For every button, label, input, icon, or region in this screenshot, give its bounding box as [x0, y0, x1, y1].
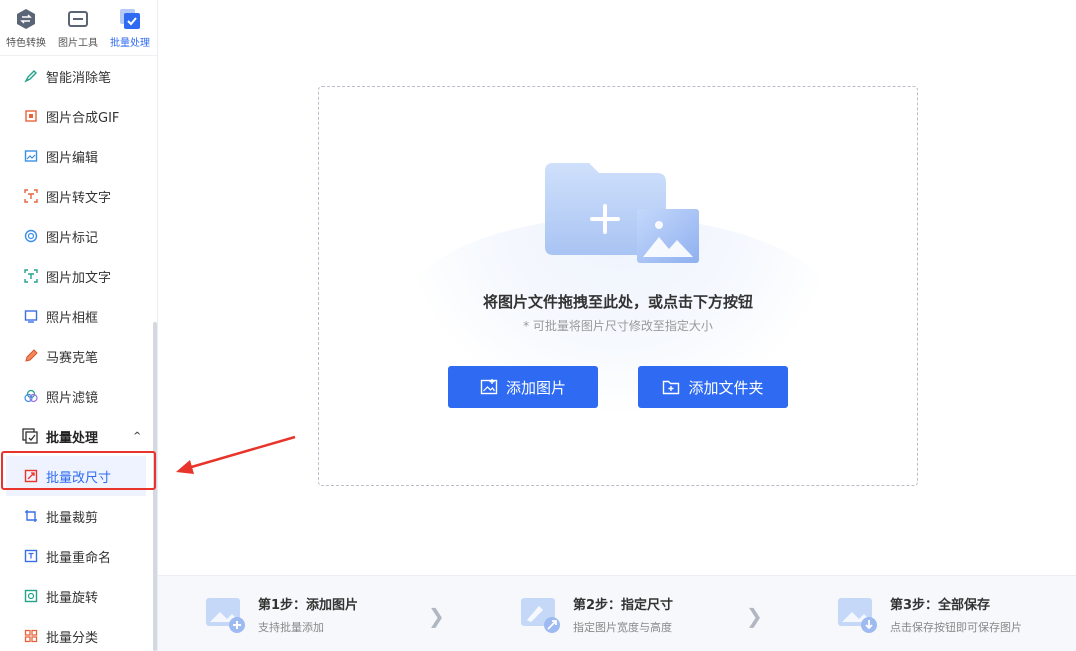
sidebar-item-label: 批量重命名: [46, 550, 112, 566]
gif-icon: [24, 109, 38, 123]
add-text-icon: [24, 269, 38, 283]
step-resize-icon: [521, 598, 560, 633]
sidebar-item-label: 马赛克笔: [46, 350, 99, 366]
step-1: 第1步：添加图片 支持批量添加: [204, 576, 358, 651]
step-3: 第3步：全部保存 点击保存按钮即可保存图片: [836, 576, 1022, 651]
filter-icon: [24, 389, 38, 403]
sidebar-item-mosaic-pen[interactable]: 马赛克笔: [0, 336, 152, 376]
sidebar-item-batch-rename[interactable]: 批量重命名: [0, 536, 152, 576]
tab-label: 批量处理: [110, 38, 150, 49]
rename-icon: [24, 549, 38, 563]
chevron-right-icon: ❯: [428, 604, 445, 628]
sidebar-item-gif[interactable]: 图片合成GIF: [0, 96, 152, 136]
sidebar-item-ocr[interactable]: 图片转文字: [0, 176, 152, 216]
sidebar: 特色转换 图片工具 批量处理 智能消除笔 图片合成GIF 图片编辑 图片转文字 …: [0, 0, 158, 651]
sidebar-item-image-edit[interactable]: 图片编辑: [0, 136, 152, 176]
step-title: 第3步：全部保存: [890, 597, 991, 613]
resize-icon: [24, 469, 38, 483]
mosaic-pen-icon: [24, 349, 38, 363]
sidebar-scrollbar[interactable]: [153, 322, 157, 651]
steps-bar: 第1步：添加图片 支持批量添加 ❯ 第2步：指定尺寸 指定图片宽度与高度 ❯ 第…: [158, 575, 1076, 651]
sidebar-item-label: 图片标记: [46, 230, 99, 246]
step-desc: 指定图片宽度与高度: [573, 620, 672, 634]
drop-zone-subtitle: * 可批量将图片尺寸修改至指定大小: [523, 319, 713, 333]
sidebar-item-label: 智能消除笔: [46, 70, 112, 86]
sidebar-item-label: 图片合成GIF: [46, 110, 120, 126]
sidebar-item-photo-filter[interactable]: 照片滤镜: [0, 376, 152, 416]
sidebar-item-label: 图片编辑: [46, 150, 99, 166]
tab-label: 特色转换: [6, 38, 46, 49]
add-folder-icon: [662, 378, 680, 396]
sidebar-item-batch-resize[interactable]: 批量改尺寸: [6, 456, 146, 496]
ocr-icon: [24, 189, 38, 203]
sidebar-item-photo-frame[interactable]: 照片相框: [0, 296, 152, 336]
sidebar-item-label: 照片相框: [46, 310, 99, 326]
step-2: 第2步：指定尺寸 指定图片宽度与高度: [519, 576, 673, 651]
sidebar-item-label: 图片转文字: [46, 190, 112, 206]
step-title: 第2步：指定尺寸: [573, 597, 674, 613]
edit-image-icon: [24, 149, 38, 163]
sidebar-item-batch-rotate[interactable]: 批量旋转: [0, 576, 152, 616]
step-add-image-icon: [206, 598, 245, 633]
tab-label: 图片工具: [58, 38, 98, 49]
sidebar-item-label: 批量分类: [46, 630, 99, 646]
step-title: 第1步：添加图片: [258, 597, 359, 613]
chevron-right-icon: ❯: [746, 604, 763, 628]
crop-icon: [24, 509, 38, 523]
sidebar-group-label: 批量处理: [46, 430, 99, 446]
sidebar-item-label: 图片加文字: [46, 270, 112, 286]
top-tabs: 特色转换 图片工具 批量处理: [0, 0, 157, 56]
folder-add-image-icon: [545, 163, 699, 263]
batch-icon: [22, 428, 38, 444]
mark-icon: [24, 229, 38, 243]
image-tool-icon: [67, 8, 89, 30]
add-folder-button[interactable]: 添加文件夹: [638, 366, 788, 408]
sidebar-item-batch-crop[interactable]: 批量裁剪: [0, 496, 152, 536]
chevron-up-icon: ^: [133, 430, 142, 442]
step-desc: 点击保存按钮即可保存图片: [890, 620, 1022, 634]
add-image-label: 添加图片: [505, 378, 566, 397]
drop-zone-title: 将图片文件拖拽至此处，或点击下方按钮: [482, 293, 753, 311]
sidebar-item-label: 批量旋转: [46, 590, 99, 606]
swap-icon: [15, 8, 37, 30]
classify-icon: [24, 629, 38, 643]
sidebar-item-label: 批量裁剪: [46, 510, 99, 526]
annotation-arrow: [176, 435, 296, 474]
sidebar-item-image-mark[interactable]: 图片标记: [0, 216, 152, 256]
tab-special-convert[interactable]: 特色转换: [0, 0, 52, 55]
tab-batch-process[interactable]: 批量处理: [104, 0, 156, 55]
batch-check-icon: [119, 8, 141, 30]
step-desc: 支持批量添加: [258, 620, 324, 634]
step-save-icon: [838, 598, 877, 633]
sidebar-group-batch[interactable]: 批量处理 ^: [0, 416, 152, 456]
drop-zone[interactable]: 将图片文件拖拽至此处，或点击下方按钮 * 可批量将图片尺寸修改至指定大小 添加图…: [318, 86, 918, 486]
frame-icon: [24, 309, 38, 323]
add-image-button[interactable]: 添加图片: [448, 366, 598, 408]
sidebar-item-label: 批量改尺寸: [46, 470, 112, 486]
tab-image-tools[interactable]: 图片工具: [52, 0, 104, 55]
sidebar-item-label: 照片滤镜: [46, 390, 99, 406]
add-image-icon: [480, 378, 498, 396]
rotate-icon: [24, 589, 38, 603]
add-folder-label: 添加文件夹: [688, 378, 764, 397]
sidebar-menu: 智能消除笔 图片合成GIF 图片编辑 图片转文字 图片标记 图片加文字 照片相框: [0, 56, 152, 651]
sidebar-item-add-text[interactable]: 图片加文字: [0, 256, 152, 296]
sidebar-item-batch-classify[interactable]: 批量分类: [0, 616, 152, 651]
pen-icon: [24, 69, 38, 83]
sidebar-item-smart-eraser[interactable]: 智能消除笔: [0, 56, 152, 96]
